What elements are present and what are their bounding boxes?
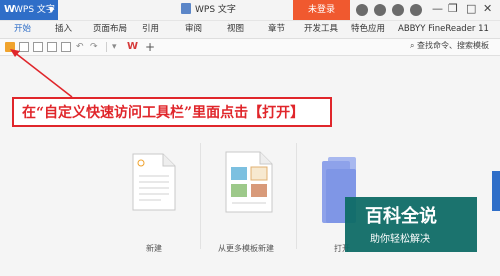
skin-icon[interactable] [356,4,368,16]
annotation-box: 在“自定义快速访问工具栏”里面点击【打开】 [12,97,332,127]
document-icon [181,3,191,14]
new-document-icon[interactable] [131,152,177,212]
baike-watermark: 百科全说 助你轻松解决 [345,197,477,252]
document-title: WPS 文字 [181,0,236,20]
tab-special-apps[interactable]: 特色应用 [351,21,385,38]
restore-button[interactable]: ❐ [448,2,458,15]
login-button[interactable]: 未登录 [293,0,350,20]
title-bar: W WPS 文字 ▼ WPS 文字 未登录 — ❐ □ ✕ [0,0,500,21]
new-label[interactable]: 新建 [146,243,162,254]
tab-view[interactable]: 视图 [227,21,244,38]
divider [200,143,201,249]
side-scroll-tab[interactable] [492,171,500,211]
search-icon: ⌕ [410,41,415,50]
minimize-button[interactable]: — [432,2,443,15]
tab-chapter[interactable]: 章节 [268,21,285,38]
from-template-label[interactable]: 从更多模板新建 [218,243,274,254]
template-document-icon[interactable] [224,150,274,214]
watermark-subtitle: 助你轻松解决 [370,234,430,245]
annotation-text: 在“自定义快速访问工具栏”里面点击【打开】 [22,105,305,121]
app-menu-button[interactable]: W WPS 文字 ▼ [0,0,58,20]
tab-page-layout[interactable]: 页面布局 [93,21,127,38]
settings-icon[interactable] [392,4,404,16]
tab-review[interactable]: 审阅 [185,21,202,38]
tab-references[interactable]: 引用 [142,21,159,38]
chevron-down-icon: ▼ [49,6,55,14]
wps-w-icon[interactable]: W [127,42,138,52]
watermark-title: 百科全说 [365,206,437,227]
tab-insert[interactable]: 插入 [55,21,72,38]
command-search[interactable]: ⌕ 查找命令、搜索模板 [410,40,489,51]
maximize-button[interactable]: □ [466,2,476,15]
add-icon[interactable]: + [145,41,155,53]
ribbon-tabs: 开始 插入 页面布局 引用 审阅 视图 章节 开发工具 特色应用 ABBYY F… [0,21,500,39]
close-button[interactable]: ✕ [483,2,492,15]
help-icon[interactable] [410,4,422,16]
tab-home[interactable]: 开始 [14,21,31,38]
tab-abbyy[interactable]: ABBYY FineReader 11 [398,21,489,38]
divider [296,143,297,249]
share-icon[interactable] [374,4,386,16]
search-label: 查找命令、搜索模板 [417,41,490,50]
tab-developer[interactable]: 开发工具 [304,21,338,38]
